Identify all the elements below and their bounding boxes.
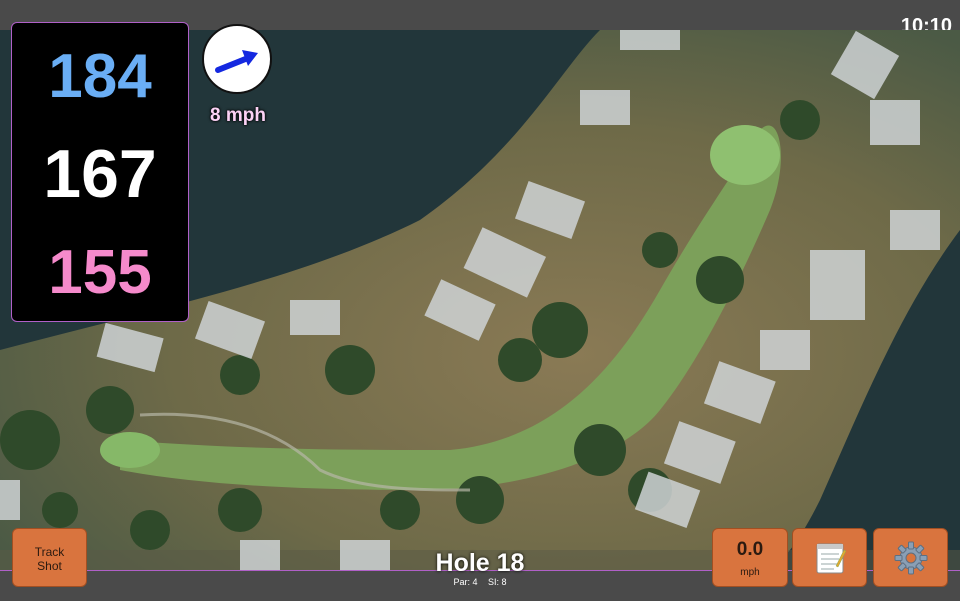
swing-speed-button[interactable]: 0.0 mph (712, 528, 788, 587)
track-shot-label-line1: Track (34, 545, 65, 559)
swing-speed-unit: mph (740, 567, 760, 578)
middle-distance: 167 (43, 136, 157, 212)
back-distance: 184 (48, 42, 152, 111)
gear-icon (894, 541, 927, 574)
hole-title: Hole 18 (435, 549, 525, 577)
notes-button[interactable] (792, 528, 867, 587)
wind-speed-label: 8 mph (210, 105, 266, 126)
track-shot-button[interactable]: Track Shot (12, 528, 87, 587)
wind-direction-dial (202, 24, 272, 94)
front-distance: 155 (48, 238, 152, 307)
notepad-icon (816, 543, 846, 573)
hole-meta: Par: 4 SI: 8 (380, 577, 580, 587)
settings-button[interactable] (873, 528, 948, 587)
track-shot-label-line2: Shot (37, 559, 62, 573)
stroke-index-label: SI: 8 (488, 577, 507, 587)
par-label: Par: 4 (453, 577, 478, 587)
wind-arrow-icon (215, 50, 258, 73)
distance-panel: 184 167 155 (11, 22, 189, 322)
swing-speed-value: 0.0 (736, 539, 764, 560)
